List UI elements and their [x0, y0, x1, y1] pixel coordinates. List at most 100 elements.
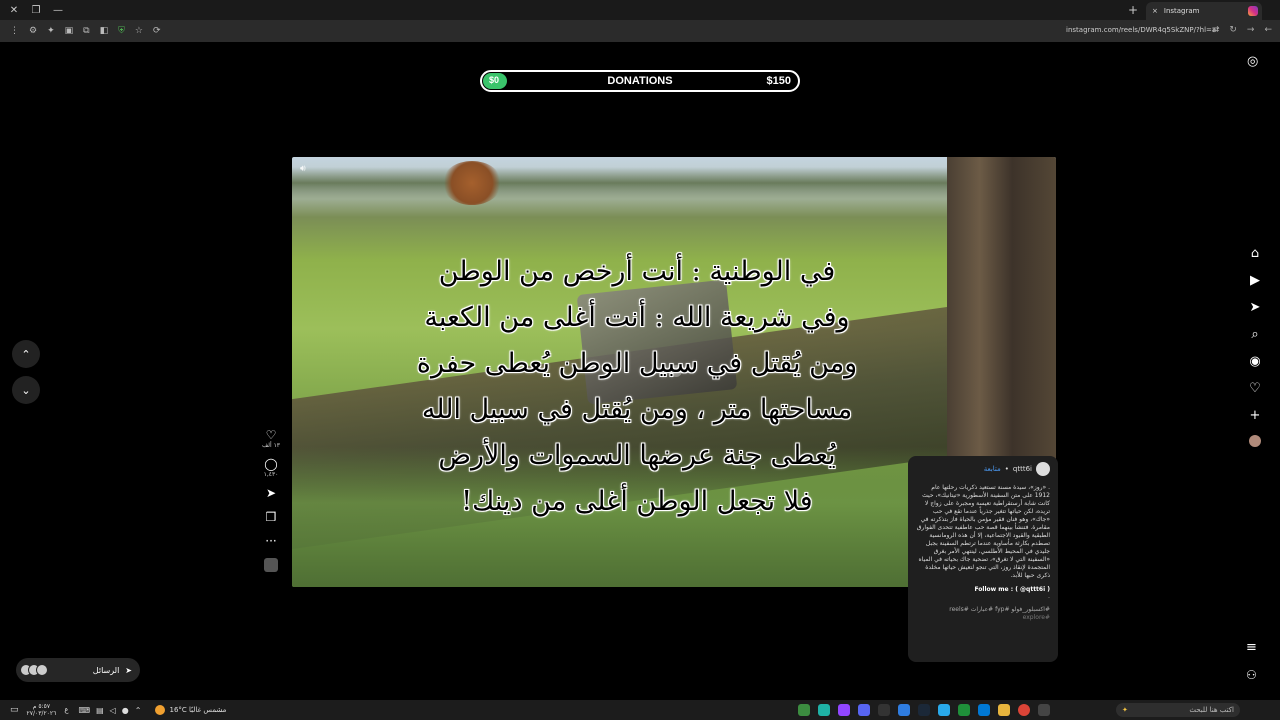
username[interactable]: qttt6i	[1013, 465, 1032, 473]
avatar	[36, 664, 48, 676]
volume-icon[interactable]: ◁	[110, 706, 116, 715]
menu-dots-icon[interactable]: ⋮	[10, 26, 19, 36]
browser-titlebar: ✕ ❐ — + × Instagram	[0, 0, 1280, 20]
address-bar: ⋮ ⚙ ✦ ▣ ⧉ ◧ ⛨ ☆ ⟳ instagram.com/reels/DW…	[0, 20, 1280, 42]
taskbar-search[interactable]: ✦ اكتب هنا للبحث	[1116, 703, 1240, 717]
extensions-icon[interactable]: ⚙	[29, 26, 37, 36]
chevron-up-icon[interactable]: ⌃	[135, 706, 142, 715]
network-icon[interactable]: ▤	[96, 706, 104, 715]
notification-center-icon[interactable]: ▭	[10, 705, 19, 715]
donation-goal: $150	[766, 75, 791, 87]
shield-icon[interactable]: ⛨	[118, 26, 125, 36]
more-options-button[interactable]: ···	[265, 534, 276, 548]
send-icon: ➤	[265, 486, 277, 500]
save-button[interactable]: ❒	[266, 510, 277, 524]
direct-send-icon[interactable]: ➤	[1250, 300, 1261, 315]
post-description-card: qttt6i • متابعة . «روز»، سيدة مسنة تستعي…	[908, 456, 1058, 662]
more-hashtags[interactable]: #explore	[916, 614, 1050, 622]
forward-icon[interactable]: →	[1247, 25, 1255, 35]
keyboard-icon[interactable]: ⌨	[79, 706, 91, 715]
home-icon[interactable]: ⌂	[1251, 246, 1259, 261]
close-window-icon[interactable]: ✕	[6, 2, 22, 18]
tab-actions-icon[interactable]: ⟳	[153, 26, 161, 36]
minimize-window-icon[interactable]: —	[50, 2, 66, 18]
file-explorer-icon[interactable]	[998, 704, 1010, 716]
search-icon[interactable]: ⌕	[1251, 327, 1258, 342]
comment-button[interactable]: ◯ ١,٤٣٠	[264, 457, 279, 478]
extension-icon[interactable]: ✦	[47, 26, 55, 36]
weather-text: 16°C مشمس غالبًا	[169, 706, 227, 714]
task-view-icon[interactable]	[1038, 704, 1050, 716]
weather-widget[interactable]: 16°C مشمس غالبًا	[155, 705, 226, 715]
next-reel-button[interactable]: ⌄	[12, 376, 40, 404]
share-button[interactable]: ➤	[266, 486, 276, 500]
back-icon[interactable]: ←	[1264, 25, 1272, 35]
send-icon: ➤	[125, 665, 132, 675]
site-settings-icon[interactable]: ⇄	[1212, 25, 1220, 35]
explore-compass-icon[interactable]: ◉	[1249, 354, 1260, 369]
caption-line: في الوطنية : أنت أرخص من الوطن	[438, 256, 836, 287]
caption-line: ومن يُقتل في سبيل الوطن يُعطى حفرة	[416, 348, 858, 379]
restore-window-icon[interactable]: ❐	[28, 2, 44, 18]
search-placeholder: اكتب هنا للبحث	[1189, 706, 1234, 714]
donation-progress-bar: $0 DONATIONS $150	[480, 70, 800, 92]
follow-button[interactable]: متابعة	[984, 465, 1001, 473]
separator: •	[1004, 465, 1009, 473]
clock[interactable]: ٥:٥٧ م ٢٧/٠٣/٢٠٢٦	[27, 703, 57, 717]
bookmark-icon: ❒	[265, 510, 277, 524]
sound-icon[interactable]: 🔊︎	[300, 164, 306, 174]
messages-button[interactable]: الرسائل ➤	[16, 658, 140, 682]
app-icon[interactable]	[818, 704, 830, 716]
sun-icon	[155, 705, 166, 715]
collections-icon[interactable]: ⧉	[83, 26, 89, 36]
sidebar-icon[interactable]: ▣	[65, 26, 74, 36]
new-tab-button[interactable]: +	[1128, 3, 1138, 17]
chevron-up-icon: ⌃	[21, 347, 31, 361]
likes-count: ١٣ ألف	[261, 442, 281, 449]
comment-icon: ◯	[264, 457, 278, 471]
mic-icon[interactable]: ●	[122, 706, 129, 715]
pinned-apps	[798, 704, 1050, 716]
audio-thumbnail-icon	[264, 558, 278, 572]
profile-avatar[interactable]	[1249, 435, 1261, 447]
app-icon[interactable]	[898, 704, 910, 716]
audio-button[interactable]	[264, 558, 278, 572]
previous-reel-button[interactable]: ⌃	[12, 340, 40, 368]
post-description: . «روز»، سيدة مسنة تستعيد ذكريات رحلتها …	[916, 484, 1050, 579]
instagram-favicon-icon	[1248, 6, 1258, 16]
store-icon[interactable]	[978, 704, 990, 716]
hamburger-menu-icon[interactable]: ≡	[1246, 640, 1257, 655]
minecraft-icon[interactable]	[798, 704, 810, 716]
reels-icon[interactable]: ▶	[1250, 273, 1260, 288]
donation-title: DONATIONS	[607, 75, 673, 87]
avatar[interactable]	[1036, 462, 1050, 476]
messages-label: الرسائل	[92, 665, 120, 675]
url-field[interactable]: instagram.com/reels/DWR4q5SkZNP/?hl=ar	[1066, 26, 1219, 34]
copilot-icon: ✦	[1122, 706, 1128, 714]
more-apps-icon[interactable]: ⚇	[1246, 668, 1257, 682]
message-avatars	[20, 664, 48, 676]
reel-actions: ♡ ١٣ ألف ◯ ١,٤٣٠ ➤ ❒ ···	[260, 428, 282, 572]
twitch-icon[interactable]	[838, 704, 850, 716]
like-button[interactable]: ♡ ١٣ ألف	[262, 428, 280, 449]
hashtags[interactable]: #اكسبلور_فولو #fyp #عبارات #reels	[916, 606, 1050, 614]
notifications-heart-icon[interactable]: ♡	[1249, 381, 1261, 396]
tree-line	[292, 167, 1056, 199]
create-plus-icon[interactable]: +	[1250, 408, 1261, 423]
discord-icon[interactable]	[858, 704, 870, 716]
star-bookmark-icon[interactable]: ☆	[135, 26, 143, 36]
taskbar: ▭ ٥:٥٧ م ٢٧/٠٣/٢٠٢٦ ع ⌨ ▤ ◁ ● ⌃ 16°C مشم…	[0, 700, 1280, 720]
tab-instagram[interactable]: × Instagram	[1146, 2, 1262, 20]
caption-line: فلا تجعل الوطن أغلى من دينك!	[461, 486, 813, 517]
xbox-icon[interactable]	[958, 704, 970, 716]
translate-icon[interactable]: ◧	[100, 26, 109, 36]
language-indicator[interactable]: ع	[64, 706, 68, 714]
app-icon[interactable]	[878, 704, 890, 716]
instagram-logo-icon[interactable]: ◎	[1247, 54, 1258, 69]
tab-close-icon[interactable]: ×	[1152, 7, 1158, 15]
telegram-icon[interactable]	[938, 704, 950, 716]
more-dots-icon: ···	[265, 534, 277, 548]
chrome-icon[interactable]	[1018, 704, 1030, 716]
reload-icon[interactable]: ↻	[1229, 25, 1237, 35]
steam-icon[interactable]	[918, 704, 930, 716]
